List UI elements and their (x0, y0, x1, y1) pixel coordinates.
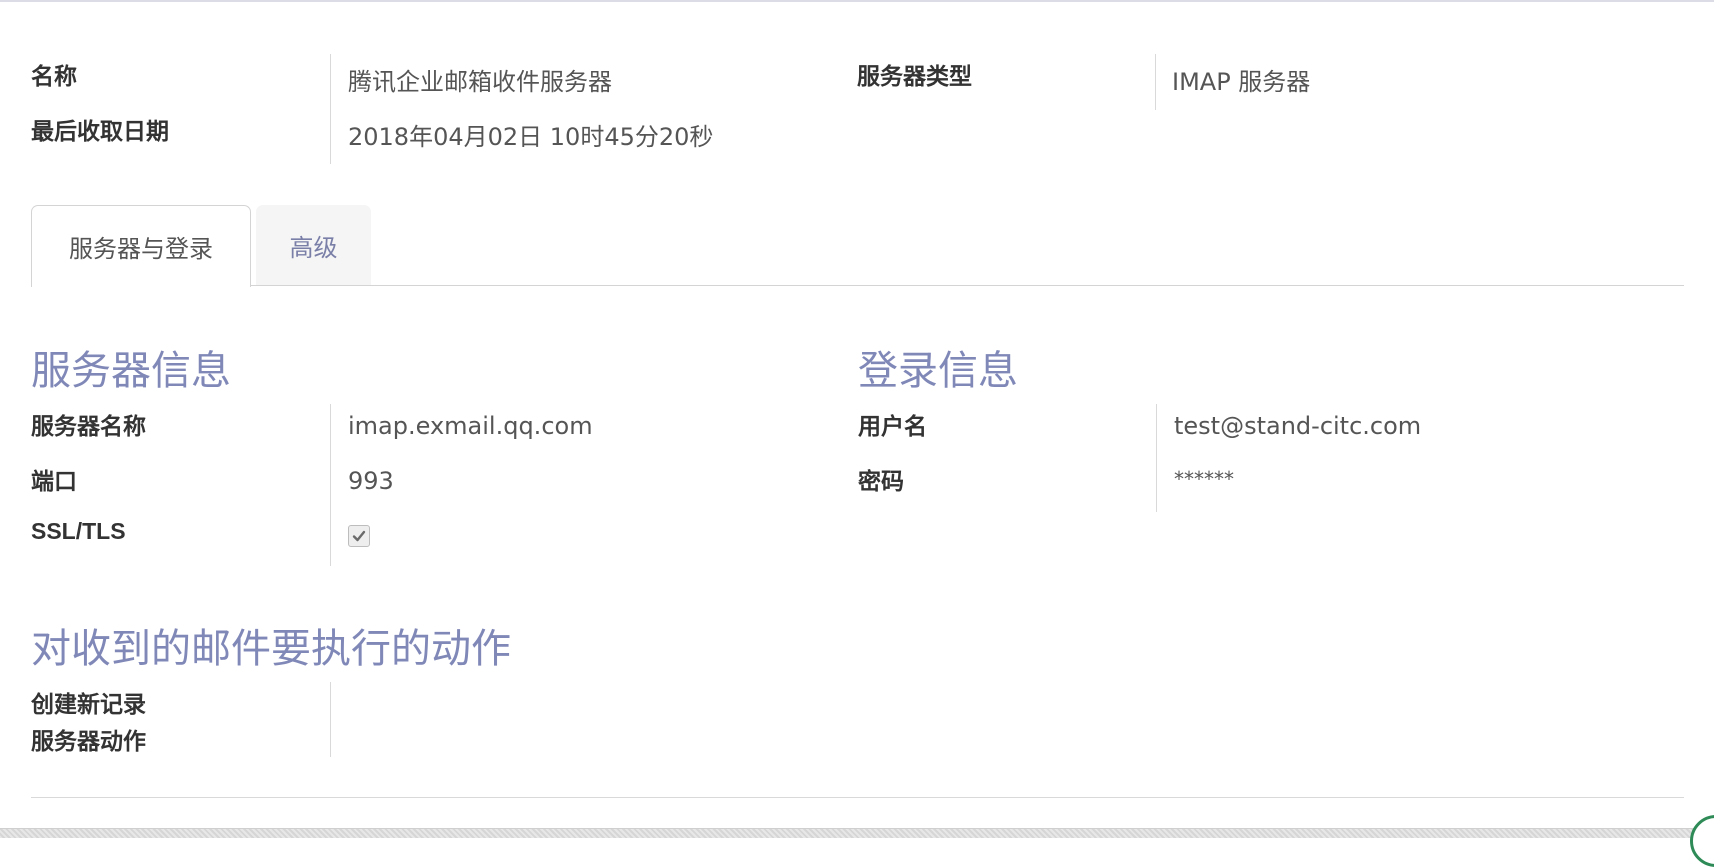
top-border (0, 0, 1714, 2)
header-right-separator (1155, 54, 1156, 110)
password-value[interactable]: ****** (1174, 467, 1234, 491)
last-fetch-value: 2018年04月02日 10时45分20秒 (348, 123, 714, 151)
server-type-value[interactable]: IMAP 服务器 (1172, 62, 1310, 97)
tab-server-and-login[interactable]: 服务器与登录 (31, 205, 251, 287)
create-record-label: 创建新记录 (31, 692, 146, 718)
username-label: 用户名 (858, 414, 927, 440)
server-name-value[interactable]: imap.exmail.qq.com (348, 412, 593, 440)
tab-baseline (31, 285, 1684, 286)
password-label: 密码 (858, 469, 904, 495)
server-action-label: 服务器动作 (31, 729, 146, 755)
server-type-label: 服务器类型 (857, 64, 972, 90)
port-label: 端口 (31, 469, 77, 495)
actions-title: 对收到的邮件要执行的动作 (31, 626, 511, 672)
tab-advanced[interactable]: 高级 (256, 205, 371, 285)
ssl-tls-label: SSL/TLS (31, 518, 126, 544)
last-fetch-label: 最后收取日期 (31, 119, 169, 145)
form-bottom-divider (31, 797, 1684, 798)
ssl-tls-checkbox[interactable] (348, 525, 370, 547)
tab-server-and-login-label: 服务器与登录 (69, 235, 213, 263)
header-left-separator (330, 54, 331, 164)
port-value[interactable]: 993 (348, 467, 394, 495)
login-info-separator (1156, 404, 1157, 512)
server-info-title: 服务器信息 (31, 348, 231, 394)
name-label: 名称 (31, 64, 77, 90)
actions-separator (330, 682, 331, 757)
server-name-label: 服务器名称 (31, 414, 146, 440)
tab-advanced-label: 高级 (289, 233, 338, 262)
login-info-title: 登录信息 (858, 348, 1018, 394)
check-icon (352, 530, 366, 542)
username-value[interactable]: test@stand-citc.com (1174, 412, 1421, 440)
server-info-separator (330, 404, 331, 566)
corner-logo (1690, 815, 1714, 867)
name-value[interactable]: 腾讯企业邮箱收件服务器 (348, 62, 612, 97)
